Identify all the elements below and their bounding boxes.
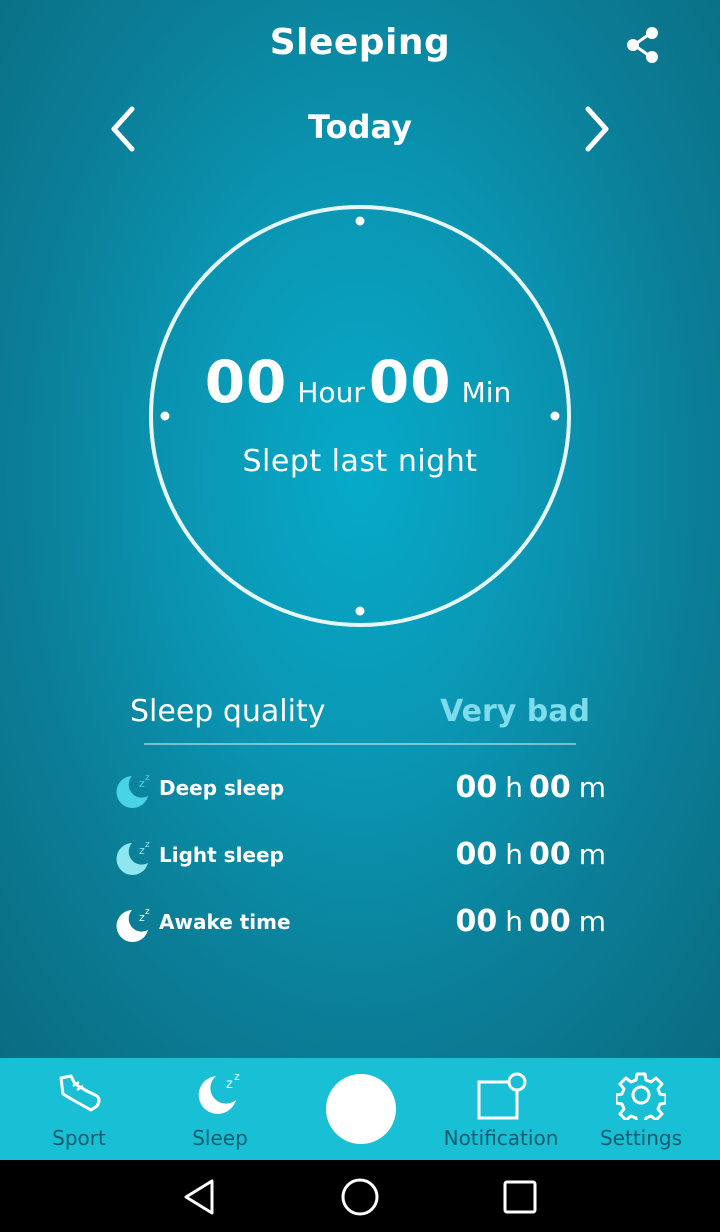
svg-text:z: z: [145, 840, 150, 850]
sleep-quality-value: Very bad: [440, 694, 590, 729]
sleep-quality-row: Sleep quality Very bad: [130, 694, 590, 734]
metric-minutes-unit: m: [578, 771, 606, 804]
next-day-button[interactable]: [572, 104, 622, 154]
hours-value: 00: [204, 348, 288, 416]
dial-subtitle: Slept last night: [242, 444, 478, 479]
metric-deep-sleep: z z Deep sleep 00 h 00 m: [112, 770, 612, 810]
svg-text:z: z: [234, 1070, 240, 1083]
metric-value: 00 h 00 m: [455, 904, 612, 939]
share-button[interactable]: [620, 22, 666, 68]
page-title: Sleeping: [269, 22, 451, 63]
gear-icon: [616, 1072, 666, 1120]
tab-settings[interactable]: Settings: [586, 1058, 696, 1160]
sleep-duration-dial: 00 Hour 00 Min Slept last night: [148, 204, 572, 628]
center-action-button[interactable]: [326, 1074, 396, 1144]
deep-sleep-moon-icon: z z: [116, 773, 150, 808]
metric-minutes: 00: [528, 837, 571, 872]
tab-label: Settings: [599, 1126, 683, 1150]
metric-hours: 00: [455, 904, 498, 939]
shoe-icon: [59, 1074, 101, 1112]
awake-moon-icon: z z: [116, 907, 150, 942]
system-navigation-bar: [0, 1160, 720, 1232]
divider: [144, 743, 576, 745]
tab-notification[interactable]: Notification: [430, 1058, 572, 1160]
share-icon: [627, 27, 658, 63]
metric-value: 00 h 00 m: [455, 837, 612, 872]
svg-text:z: z: [145, 907, 150, 917]
minutes-value: 00: [368, 348, 452, 416]
back-icon[interactable]: [178, 1174, 224, 1220]
moon-zz-icon: z z: [198, 1070, 240, 1114]
svg-text:z: z: [145, 773, 150, 783]
dial-ring: [149, 205, 571, 627]
sleep-quality-label: Sleep quality: [130, 694, 326, 729]
sleep-duration: 00 Hour 00 Min: [148, 348, 572, 416]
metric-hours-unit: h: [505, 838, 523, 871]
metric-minutes: 00: [528, 770, 571, 805]
metric-value: 00 h 00 m: [455, 770, 612, 805]
metric-hours: 00: [455, 837, 498, 872]
metric-light-sleep: z z Light sleep 00 h 00 m: [112, 837, 612, 877]
metric-minutes: 00: [528, 904, 571, 939]
minutes-unit: Min: [461, 376, 512, 409]
chevron-right-icon: [585, 106, 609, 152]
tab-sport[interactable]: Sport: [18, 1058, 140, 1160]
tab-label: Notification: [443, 1126, 559, 1150]
light-sleep-moon-icon: z z: [116, 840, 150, 875]
metric-label: Deep sleep: [159, 776, 285, 800]
metric-hours-unit: h: [505, 771, 523, 804]
metric-hours: 00: [455, 770, 498, 805]
metric-label: Light sleep: [159, 843, 284, 867]
hours-unit: Hour: [297, 376, 365, 409]
tab-sleep[interactable]: z z Sleep: [160, 1058, 280, 1160]
svg-text:z: z: [226, 1077, 233, 1092]
metric-label: Awake time: [159, 910, 291, 934]
metric-minutes-unit: m: [578, 838, 606, 871]
sleep-screen: Sleeping Today 00 Hour 00 Min Slept last…: [0, 0, 720, 1058]
notification-icon: [477, 1072, 527, 1120]
metric-minutes-unit: m: [578, 905, 606, 938]
metric-awake-time: z z Awake time 00 h 00 m: [112, 904, 612, 944]
home-icon[interactable]: [337, 1174, 383, 1220]
tab-label: Sleep: [192, 1126, 248, 1150]
metric-hours-unit: h: [505, 905, 523, 938]
recents-icon[interactable]: [497, 1174, 543, 1220]
tab-label: Sport: [52, 1126, 106, 1150]
